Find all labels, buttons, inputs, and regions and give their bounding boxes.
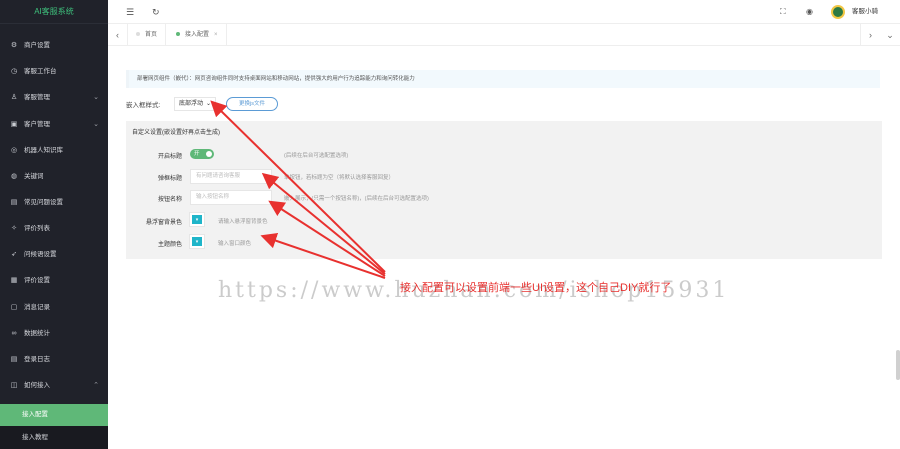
sidebar-item-label: 数据统计 <box>24 330 50 337</box>
sidebar-item-robot-knowledge[interactable]: ◎ 机器人知识库 <box>0 140 108 162</box>
embed-style-label: 嵌入框样式: <box>126 102 161 109</box>
sidebar-item-merchant-settings[interactable]: ⚙ 商户设置 <box>0 35 108 57</box>
username[interactable]: 客服小骑 <box>852 0 878 24</box>
sidebar-item-label: 如何接入 <box>24 382 50 389</box>
fullscreen-icon[interactable]: ⛶ <box>780 0 786 24</box>
sidebar-item-faq-settings[interactable]: ▤ 常见问题设置 <box>0 192 108 214</box>
tab-label: 接入配置 <box>185 32 210 38</box>
sidebar-item-customer-management[interactable]: ▣ 客户管理 ⌄ <box>0 114 108 136</box>
keyword-icon: ◍ <box>10 173 18 180</box>
field-label: 弹框标题 <box>157 176 182 182</box>
float-bg-color-picker[interactable]: ▾ <box>189 212 205 227</box>
faq-icon: ▤ <box>10 199 18 206</box>
tab-bar: ‹ 首页 接入配置 × › ⌄ <box>108 24 900 46</box>
app-logo: AI客服系统 <box>0 0 108 24</box>
sidebar-item-rating-list[interactable]: ✧ 评价列表 <box>0 218 108 240</box>
sidebar-item-label: 评价设置 <box>24 277 50 284</box>
annotation-text: 接入配置可以设置前端一些UI设置，这个自己DIY就行了 <box>400 282 672 294</box>
sidebar-item-label: 评价列表 <box>24 225 50 232</box>
customer-icon: ▣ <box>10 121 18 128</box>
theme-color-picker[interactable]: ▾ <box>189 234 205 249</box>
chevron-down-icon: ⌄ <box>205 101 211 107</box>
stats-icon: ∞ <box>11 330 17 337</box>
rating-icon: ✧ <box>11 225 17 232</box>
button-name-input[interactable]: 输入按钮名称 <box>190 190 272 205</box>
change-js-button[interactable]: 更换js文件 <box>226 97 278 111</box>
log-icon: ▤ <box>10 356 18 363</box>
tab-home[interactable]: 首页 <box>128 24 167 46</box>
theme-icon[interactable]: ◉ <box>806 0 813 24</box>
tab-prev-button[interactable]: ‹ <box>108 24 128 46</box>
sidebar-item-label: 客服管理 <box>24 94 50 101</box>
send-icon: ➶ <box>11 251 17 258</box>
sidebar-item-label: 登录日志 <box>24 356 50 363</box>
close-icon[interactable]: × <box>214 32 218 38</box>
field-label: 开启标题 <box>157 154 182 160</box>
tab-next-button[interactable]: › <box>860 24 880 46</box>
clock-icon: ◷ <box>10 68 18 75</box>
access-icon: ◫ <box>10 382 18 389</box>
refresh-icon[interactable]: ↻ <box>152 0 160 24</box>
menu-toggle-icon[interactable]: ☰ <box>126 0 134 24</box>
tab-label: 首页 <box>145 32 158 38</box>
sidebar-item-label: 问候语设置 <box>24 251 57 258</box>
sidebar-item-workbench[interactable]: ◷ 客服工作台 <box>0 61 108 83</box>
robot-icon: ◎ <box>10 147 18 154</box>
chevron-down-icon: ⌄ <box>93 94 99 101</box>
sidebar-item-rating-settings[interactable]: ▦ 评价设置 <box>0 270 108 292</box>
field-hint: 嵌入展示，(只需一个按钮名称)，(后续在后台可选配置选项) <box>284 196 429 202</box>
sidebar: AI客服系统 ⚙ 商户设置 ◷ 客服工作台 ♙ 客服管理 ⌄ ▣ 客户管理 ⌄ … <box>0 0 108 449</box>
tab-dot <box>176 32 180 37</box>
field-label: 悬浮窗背景色 <box>145 220 182 226</box>
user-icon: ♙ <box>10 94 18 101</box>
field-label: 主题颜色 <box>157 242 182 248</box>
sidebar-item-label: 关键词 <box>24 173 44 180</box>
field-label: 按钮名称 <box>157 197 182 203</box>
toggle-text: 开 <box>194 151 200 157</box>
tab-access-config[interactable]: 接入配置 × <box>168 24 227 46</box>
field-hint: (后续在后台可选配置选项) <box>284 153 349 159</box>
sidebar-item-statistics[interactable]: ∞ 数据统计 <box>0 323 108 345</box>
title-toggle[interactable]: 开 <box>190 149 214 159</box>
sidebar-item-agent-management[interactable]: ♙ 客服管理 ⌄ <box>0 87 108 109</box>
popup-title-input[interactable]: 有问题请咨询客服 <box>190 169 272 184</box>
sidebar-item-label: 商户设置 <box>24 42 50 49</box>
main-content: 部署网页组件（嵌代）：网页咨询组件同时支持桌面网站和移动网站，提供强大的用户行为… <box>108 46 900 449</box>
select-value: 底部浮动 <box>179 101 204 107</box>
sidebar-item-keywords[interactable]: ◍ 关键词 <box>0 166 108 188</box>
sidebar-item-label: 机器人知识库 <box>24 147 63 154</box>
sidebar-item-label: 常见问题设置 <box>24 199 63 206</box>
page-scrollbar[interactable] <box>896 350 900 380</box>
avatar[interactable] <box>831 5 845 19</box>
message-icon: ▢ <box>10 304 18 311</box>
field-hint: 请输入悬浮窗背景色 <box>218 219 268 225</box>
tab-more-button[interactable]: ⌄ <box>880 24 900 46</box>
field-hint: 输入窗口颜色 <box>218 241 252 247</box>
sidebar-item-login-log[interactable]: ▤ 登录日志 <box>0 349 108 371</box>
gear-icon: ⚙ <box>10 42 18 49</box>
sidebar-item-how-to-access[interactable]: ◫ 如何接入 ⌃ <box>0 375 108 397</box>
chevron-up-icon: ⌃ <box>93 382 99 389</box>
sidebar-item-label: 客服工作台 <box>24 68 57 75</box>
panel-title: 自定义设置(嵌设置好再点击生成) <box>132 130 220 136</box>
chevron-down-icon: ⌄ <box>93 121 99 128</box>
sidebar-item-greeting-settings[interactable]: ➶ 问候语设置 <box>0 244 108 266</box>
toggle-knob <box>206 151 212 157</box>
sidebar-item-message-records[interactable]: ▢ 消息记录 <box>0 297 108 319</box>
sidebar-item-label: 消息记录 <box>24 304 50 311</box>
notice-banner: 部署网页组件（嵌代）：网页咨询组件同时支持桌面网站和移动网站，提供强大的用户行为… <box>126 70 880 88</box>
tab-dot <box>136 32 140 37</box>
settings-icon: ▦ <box>10 277 18 284</box>
sidebar-subitem-access-config[interactable]: 接入配置 <box>0 404 108 426</box>
field-hint: 单按钮，若标题为空（将默认选择客服回复） <box>284 175 395 181</box>
top-header: ☰ ↻ ⛶ ◉ 客服小骑 <box>108 0 900 24</box>
custom-settings-panel: 自定义设置(嵌设置好再点击生成) 开启标题 开 (后续在后台可选配置选项) 弹框… <box>126 121 882 259</box>
embed-style-select[interactable]: 底部浮动 ⌄ <box>174 97 216 111</box>
sidebar-item-label: 客户管理 <box>24 121 50 128</box>
sidebar-subitem-access-tutorial[interactable]: 接入教程 <box>0 426 108 449</box>
